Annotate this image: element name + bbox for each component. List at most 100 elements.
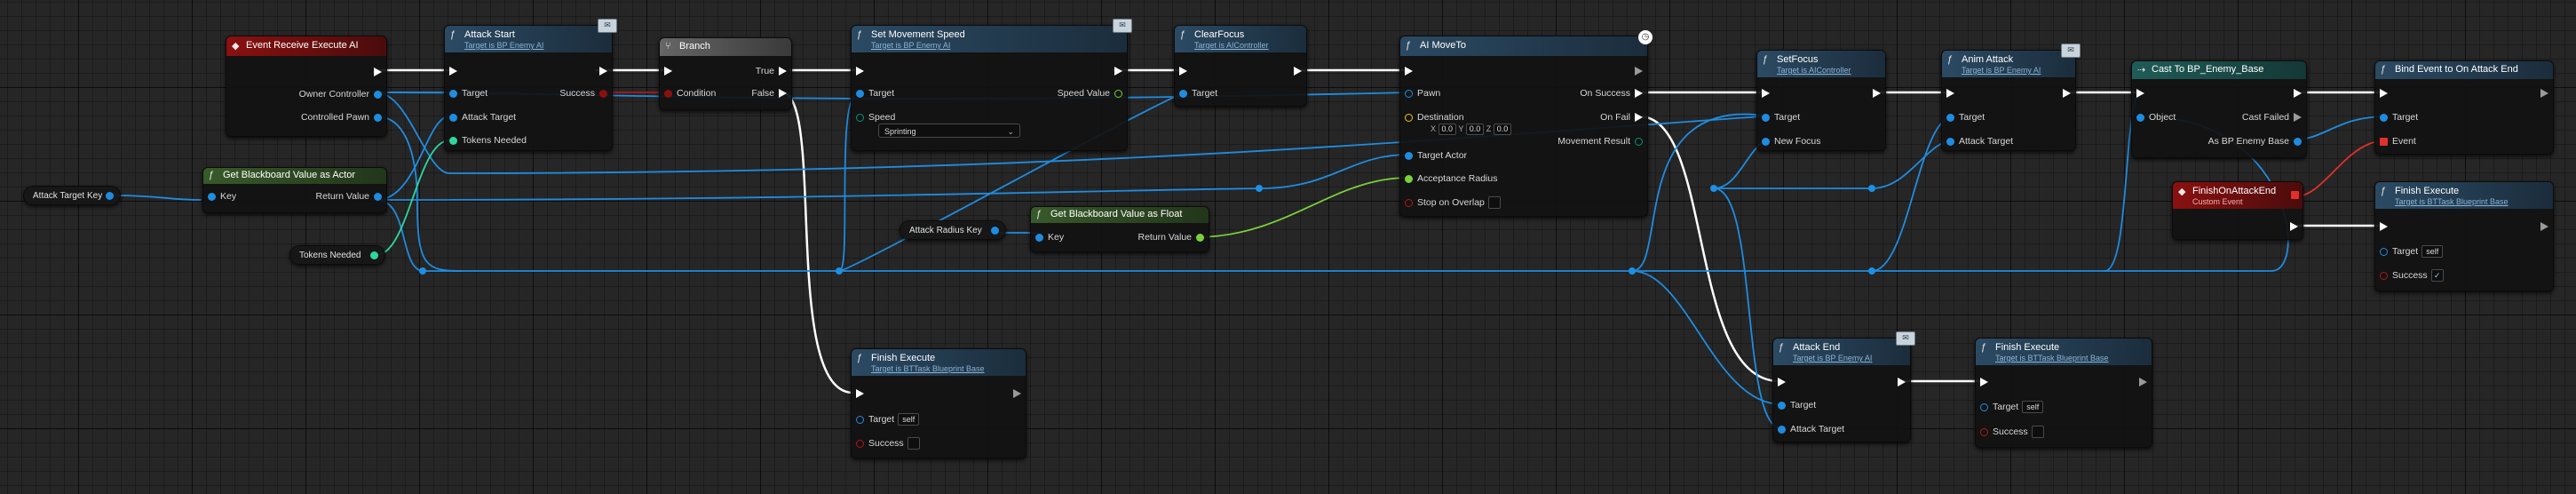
- attack-target-pin[interactable]: Attack Target: [1773, 423, 1844, 435]
- target-pin[interactable]: Target: [2375, 111, 2418, 124]
- bind-event-node[interactable]: ƒ Bind Event to On Attack End Target Eve…: [2374, 60, 2554, 155]
- self-field[interactable]: self: [2421, 245, 2444, 259]
- node-header[interactable]: ƒ Anim Attack Target is BP Enemy AI: [1942, 51, 2075, 77]
- return-value-pin[interactable]: Return Value: [315, 190, 386, 203]
- exec-out-pin[interactable]: [2286, 220, 2303, 233]
- clear-focus-node[interactable]: ƒ ClearFocus Target is AIController Targ…: [1174, 25, 1307, 107]
- node-header[interactable]: ƒ AI MoveTo: [1400, 36, 1647, 56]
- exec-in-pin[interactable]: [1773, 376, 1790, 388]
- exec-in-pin[interactable]: [1175, 65, 1192, 77]
- controlled-pawn-pin[interactable]: Controlled Pawn: [301, 111, 386, 124]
- reroute-knot[interactable]: [1710, 185, 1717, 192]
- attack-start-node[interactable]: ƒ Attack Start Target is BP Enemy AI ✉ T…: [444, 19, 617, 151]
- target-pin[interactable]: Target self: [2375, 245, 2444, 259]
- owner-controller-pin[interactable]: Owner Controller: [299, 88, 386, 100]
- node-header[interactable]: ƒ Finish Execute Target is BTTask Bluepr…: [2375, 182, 2553, 209]
- movement-result-pin[interactable]: Movement Result: [1557, 135, 1647, 147]
- finish-execute-right-node[interactable]: ƒ Finish Execute Target is BTTask Bluepr…: [2374, 181, 2554, 291]
- event-receive-execute-ai-node[interactable]: ◆ Event Receive Execute AI Owner Control…: [226, 36, 387, 137]
- integer-pin-icon[interactable]: [370, 251, 378, 259]
- y-field[interactable]: 0.0: [1465, 124, 1485, 135]
- exec-in-pin[interactable]: [1942, 87, 1959, 100]
- target-pin[interactable]: Target: [1942, 111, 1985, 124]
- node-header[interactable]: ƒ Get Blackboard Value as Actor: [203, 168, 386, 184]
- success-checkbox[interactable]: ✓: [2430, 269, 2444, 283]
- exec-out-pin[interactable]: [1110, 65, 1127, 77]
- blueprint-graph[interactable]: Attack Target Key Tokens Needed Attack R…: [0, 0, 2576, 494]
- reroute-knot[interactable]: [1868, 185, 1875, 192]
- exec-out-pin[interactable]: [1868, 87, 1885, 100]
- x-field[interactable]: 0.0: [1438, 124, 1457, 135]
- cast-failed-pin[interactable]: Cast Failed: [2242, 111, 2306, 124]
- exec-out-pin[interactable]: [2135, 376, 2152, 388]
- exec-out-pin[interactable]: [369, 66, 386, 78]
- attack-target-pin[interactable]: Attack Target: [445, 111, 516, 124]
- destination-xyz-fields[interactable]: X 0.0 Y 0.0 Z 0.0: [1431, 124, 1512, 135]
- pawn-pin[interactable]: Pawn: [1400, 87, 1440, 100]
- target-actor-pin[interactable]: Target Actor: [1400, 149, 1467, 162]
- self-field[interactable]: self: [2022, 401, 2044, 414]
- exec-in-pin[interactable]: [1757, 87, 1774, 100]
- exec-in-pin[interactable]: [852, 387, 868, 400]
- node-header[interactable]: ƒ Get Blackboard Value as Float: [1031, 207, 1209, 223]
- attack-target-pin[interactable]: Attack Target: [1942, 135, 2013, 147]
- set-movement-speed-node[interactable]: ƒ Set Movement Speed Target is BP Enemy …: [851, 19, 1132, 151]
- success-pin[interactable]: Success ✓: [2375, 269, 2444, 283]
- target-pin[interactable]: Target: [445, 87, 487, 100]
- acceptance-radius-pin[interactable]: Acceptance Radius: [1400, 172, 1497, 185]
- success-checkbox[interactable]: [2031, 426, 2044, 439]
- object-pin-icon[interactable]: [991, 227, 999, 235]
- get-blackboard-actor-node[interactable]: ƒ Get Blackboard Value as Actor Key Retu…: [202, 167, 387, 213]
- get-blackboard-float-node[interactable]: ƒ Get Blackboard Value as Float Key Retu…: [1030, 206, 1209, 252]
- attack-radius-key-variable[interactable]: Attack Radius Key: [900, 220, 1006, 240]
- exec-out-pin[interactable]: [2536, 87, 2553, 100]
- target-pin[interactable]: Target: [852, 87, 894, 100]
- node-header[interactable]: ƒ Attack End Target is BP Enemy AI: [1773, 339, 1910, 365]
- exec-in-pin[interactable]: [2375, 220, 2392, 233]
- tokens-needed-pin[interactable]: Tokens Needed: [445, 134, 527, 147]
- speed-pin[interactable]: Speed: [852, 111, 895, 124]
- finish-execute-bottom-node[interactable]: ƒ Finish Execute Target is BTTask Bluepr…: [851, 348, 1026, 458]
- on-success-pin[interactable]: On Success: [1580, 87, 1647, 100]
- z-field[interactable]: 0.0: [1493, 124, 1512, 135]
- target-pin[interactable]: Target self: [1976, 401, 2044, 414]
- exec-out-pin[interactable]: [2536, 220, 2553, 233]
- object-pin-icon[interactable]: [106, 192, 114, 200]
- node-header[interactable]: ƒ Set Movement Speed Target is BP Enemy …: [852, 26, 1127, 52]
- key-pin[interactable]: Key: [203, 190, 236, 203]
- reroute-knot[interactable]: [1868, 267, 1875, 275]
- true-pin[interactable]: True: [756, 65, 791, 77]
- target-pin[interactable]: Target: [1757, 111, 1800, 124]
- exec-out-pin[interactable]: [2289, 87, 2306, 100]
- success-pin[interactable]: Success: [1976, 426, 2044, 439]
- cast-to-bp-enemy-base-node[interactable]: ⇢ Cast To BP_Enemy_Base Object Cast Fail…: [2131, 60, 2307, 158]
- exec-out-pin[interactable]: [595, 65, 612, 77]
- node-header[interactable]: ⑂ Branch: [660, 38, 791, 56]
- delegate-pin-icon[interactable]: [2291, 191, 2299, 199]
- exec-out-pin[interactable]: [1893, 376, 1910, 388]
- branch-node[interactable]: ⑂ Branch True Condition False: [659, 37, 792, 110]
- exec-out-pin[interactable]: [1630, 65, 1647, 77]
- as-bp-enemy-base-pin[interactable]: As BP Enemy Base: [2208, 135, 2306, 147]
- target-pin[interactable]: Target: [1175, 87, 1217, 100]
- node-header[interactable]: ƒ SetFocus Target is AIController: [1757, 51, 1885, 77]
- exec-in-pin[interactable]: [1976, 376, 1993, 388]
- reroute-knot[interactable]: [419, 267, 426, 275]
- node-header[interactable]: ⇢ Cast To BP_Enemy_Base: [2132, 61, 2306, 79]
- node-header[interactable]: ◆ Event Receive Execute AI: [226, 36, 386, 56]
- target-pin[interactable]: Target: [1773, 399, 1816, 411]
- target-pin[interactable]: Target self: [852, 413, 920, 426]
- tokens-needed-variable[interactable]: Tokens Needed: [289, 245, 385, 265]
- self-field[interactable]: self: [898, 413, 920, 426]
- attack-target-key-variable[interactable]: Attack Target Key: [23, 186, 121, 205]
- exec-out-pin[interactable]: [1289, 65, 1306, 77]
- exec-in-pin[interactable]: [660, 65, 677, 77]
- stop-on-overlap-pin[interactable]: Stop on Overlap: [1400, 196, 1501, 210]
- finish-execute-mid-node[interactable]: ƒ Finish Execute Target is BTTask Bluepr…: [1975, 338, 2152, 448]
- event-pin[interactable]: Event: [2375, 135, 2416, 147]
- node-header[interactable]: ƒ Finish Execute Target is BTTask Bluepr…: [1976, 339, 2152, 365]
- on-fail-pin[interactable]: On Fail: [1600, 111, 1647, 124]
- node-header[interactable]: ƒ Attack Start Target is BP Enemy AI: [445, 26, 612, 52]
- exec-in-pin[interactable]: [2132, 87, 2149, 100]
- false-pin[interactable]: False: [751, 87, 791, 100]
